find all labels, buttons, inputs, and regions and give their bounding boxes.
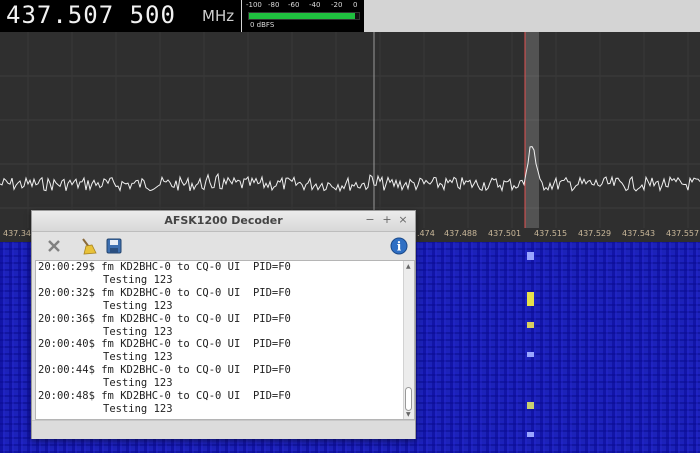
log-timestamp: 20:00:36$ <box>38 312 95 325</box>
axis-label: 437.543 <box>622 229 656 238</box>
signal-meter: -100 -80 -60 -40 -20 0 0 dBFS <box>242 0 364 32</box>
waterfall-signal-burst <box>527 432 534 437</box>
waterfall-signal-burst <box>527 322 534 328</box>
maximize-button[interactable]: + <box>380 213 394 226</box>
svg-text:i: i <box>397 240 402 254</box>
log-timestamp: 20:00:40$ <box>38 338 95 351</box>
log-timestamp: 20:00:48$ <box>38 390 95 403</box>
decoder-log[interactable]: 20:00:29$ fm KD2BHC-0 to CQ-0 UI PID=F0 T… <box>35 260 415 420</box>
log-entry-payload: Testing 123 <box>103 325 173 338</box>
log-lines: 20:00:29$ fm KD2BHC-0 to CQ-0 UI PID=F0 T… <box>36 261 414 416</box>
waterfall-signal-burst <box>527 292 534 306</box>
info-button[interactable]: i <box>388 235 410 257</box>
axis-label: 437.501 <box>488 229 522 238</box>
scroll-up-icon[interactable]: ▲ <box>406 263 411 270</box>
decoder-toolbar: i <box>32 232 415 260</box>
top-bar: 437.507 500 MHz -100 -80 -60 -40 -20 0 0… <box>0 0 700 32</box>
spectrum-svg <box>0 32 700 228</box>
broom-icon <box>82 238 97 255</box>
frequency-unit: MHz <box>202 7 235 25</box>
spectrum-trace <box>0 146 700 193</box>
log-timestamp: 20:00:29$ <box>38 261 95 273</box>
log-entry-header: 20:00:36$ fm KD2BHC-0 to CQ-0 UI PID=F0 <box>36 313 414 326</box>
afsk1200-decoder-window: AFSK1200 Decoder − + × i 20:00:29$ fm KD… <box>31 210 416 439</box>
waterfall-signal-burst <box>527 352 534 357</box>
log-entry-payload: Testing 123 <box>103 273 173 286</box>
log-entry-header: 20:00:32$ fm KD2BHC-0 to CQ-0 UI PID=F0 <box>36 287 414 300</box>
log-header-text: fm KD2BHC-0 to CQ-0 UI PID=F0 <box>101 312 291 325</box>
axis-label: 437.34 <box>3 229 31 238</box>
filter-passband[interactable] <box>525 32 539 228</box>
waterfall-signal-burst <box>527 252 534 260</box>
meter-unit-label: 0 dBFS <box>250 21 275 29</box>
log-header-text: fm KD2BHC-0 to CQ-0 UI PID=F0 <box>101 286 291 299</box>
log-entry-header: 20:00:44$ fm KD2BHC-0 to CQ-0 UI PID=F0 <box>36 364 414 377</box>
meter-bar <box>248 12 360 20</box>
log-entry-header: 20:00:29$ fm KD2BHC-0 to CQ-0 UI PID=F0 <box>36 261 414 274</box>
info-icon: i <box>390 237 408 255</box>
meter-tick: -60 <box>288 1 300 9</box>
clean-button[interactable] <box>77 235 99 257</box>
log-entry-payload: Testing 123 <box>103 377 173 390</box>
meter-tick: -40 <box>309 1 321 9</box>
axis-label: 437.515 <box>534 229 568 238</box>
window-titlebar[interactable]: AFSK1200 Decoder − + × <box>32 211 415 232</box>
log-timestamp: 20:00:44$ <box>38 364 95 377</box>
axis-label: .474 <box>417 229 435 238</box>
log-entry-header: 20:00:40$ fm KD2BHC-0 to CQ-0 UI PID=F0 <box>36 338 414 351</box>
scroll-thumb[interactable] <box>405 387 412 411</box>
spectrum-grid <box>0 32 700 228</box>
save-button[interactable] <box>103 235 125 257</box>
frequency-value: 437.507 500 <box>6 1 176 29</box>
log-timestamp: 20:00:32$ <box>38 286 95 299</box>
close-button[interactable]: × <box>396 213 410 226</box>
axis-label: 437.488 <box>444 229 478 238</box>
scroll-down-icon[interactable]: ▼ <box>406 411 411 418</box>
meter-tick: -100 <box>246 1 262 9</box>
save-icon <box>106 238 122 254</box>
minimize-button[interactable]: − <box>363 213 377 226</box>
log-header-text: fm KD2BHC-0 to CQ-0 UI PID=F0 <box>101 261 291 273</box>
clear-button[interactable] <box>43 235 65 257</box>
meter-tick: -20 <box>331 1 343 9</box>
log-header-text: fm KD2BHC-0 to CQ-0 UI PID=F0 <box>101 364 291 377</box>
log-header-text: fm KD2BHC-0 to CQ-0 UI PID=F0 <box>101 338 291 351</box>
axis-label: 437.557 <box>666 229 700 238</box>
frequency-display[interactable]: 437.507 500 MHz <box>0 0 241 32</box>
window-statusbar <box>32 420 415 439</box>
axis-label: 437.529 <box>578 229 612 238</box>
log-scrollbar[interactable]: ▲ ▼ <box>403 261 414 419</box>
window-title: AFSK1200 Decoder <box>164 214 283 227</box>
log-entry-payload: Testing 123 <box>103 351 173 364</box>
log-header-text: fm KD2BHC-0 to CQ-0 UI PID=F0 <box>101 390 291 403</box>
log-entry-payload: Testing 123 <box>103 402 173 415</box>
waterfall-signal-burst <box>527 402 534 409</box>
meter-tick: 0 <box>353 1 358 9</box>
meter-tick: -80 <box>268 1 280 9</box>
meter-fill <box>249 13 355 19</box>
close-icon <box>48 240 60 252</box>
log-entry-payload: Testing 123 <box>103 299 173 312</box>
log-entry-header: 20:00:48$ fm KD2BHC-0 to CQ-0 UI PID=F0 <box>36 390 414 403</box>
